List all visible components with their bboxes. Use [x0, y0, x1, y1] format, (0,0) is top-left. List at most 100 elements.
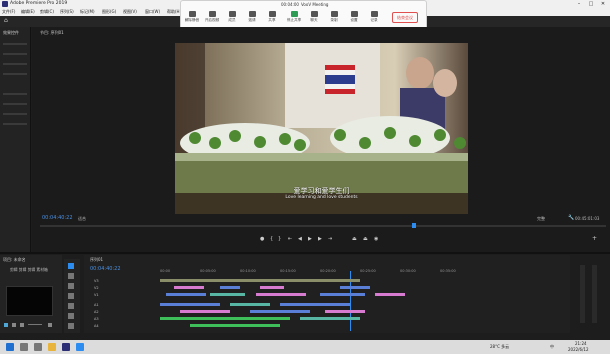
lang-indicator[interactable]: 中 — [550, 344, 554, 350]
timeline-ruler[interactable]: 00:00 00:05:00 00:10:00 00:15:00 00:20:0… — [160, 269, 568, 275]
meeting-app-icon[interactable] — [76, 343, 84, 351]
clip-v1[interactable] — [256, 293, 306, 296]
windows-start-icon[interactable] — [6, 343, 14, 351]
fit-dropdown[interactable]: 适合 — [78, 216, 86, 222]
clip-a3[interactable] — [300, 317, 360, 320]
menu-view[interactable]: 视图(V) — [123, 9, 137, 15]
notes-button[interactable]: 记录 — [365, 11, 383, 23]
wrench-icon[interactable]: 🔧 — [568, 215, 574, 221]
go-to-in-icon[interactable]: ⇤ — [288, 236, 292, 242]
clock-time[interactable]: 21:24 — [575, 341, 587, 346]
share-button[interactable]: 共享 — [263, 11, 281, 23]
search-icon[interactable] — [20, 343, 28, 351]
clip-v2[interactable] — [220, 286, 240, 289]
panel-divider[interactable] — [0, 252, 610, 254]
add-button[interactable]: + — [592, 235, 597, 242]
video-button[interactable]: 开启视频 — [203, 11, 221, 23]
mute-button[interactable]: 解除静音 — [183, 11, 201, 23]
clip-v3-main[interactable] — [160, 279, 360, 282]
settings-button[interactable]: 设置 — [345, 11, 363, 23]
chat-button[interactable]: 聊天 — [305, 11, 323, 23]
clip-a2[interactable] — [325, 310, 365, 313]
weather-text[interactable]: 28°C 多云 — [490, 344, 509, 350]
clip-a1[interactable] — [280, 303, 350, 306]
taskview-icon[interactable] — [34, 343, 42, 351]
home-icon[interactable]: ⌂ — [4, 18, 10, 24]
mark-in-icon[interactable]: { — [270, 236, 273, 242]
marker-icon[interactable]: ● — [260, 236, 264, 242]
hand-tool-icon[interactable] — [68, 323, 74, 329]
track-a3[interactable]: A3 — [94, 317, 99, 321]
extract-icon[interactable]: ⏏ — [363, 236, 368, 242]
timeline-tab[interactable]: 序列01 — [90, 257, 103, 263]
clock-date[interactable]: 2022/6/12 — [568, 347, 589, 352]
stop-share-button[interactable]: 停止共享 — [285, 11, 303, 23]
clip-a2[interactable] — [250, 310, 310, 313]
clip-v1[interactable] — [166, 293, 206, 296]
track-v2[interactable]: V2 — [94, 286, 99, 290]
track-select-icon[interactable] — [68, 273, 74, 279]
clip-a4[interactable] — [190, 324, 280, 327]
premiere-icon[interactable] — [62, 343, 70, 351]
end-meeting-button[interactable]: 结束会议 — [392, 12, 418, 23]
track-v3[interactable]: V3 — [94, 279, 99, 283]
close-button[interactable]: ✕ — [598, 0, 608, 8]
step-forward-icon[interactable]: ▶ — [318, 236, 322, 242]
clip-v2[interactable] — [174, 286, 204, 289]
track-a1[interactable]: A1 — [94, 303, 99, 307]
go-to-out-icon[interactable]: ⇥ — [328, 236, 332, 242]
menu-clip[interactable]: 剪辑(C) — [40, 9, 54, 15]
record-button[interactable]: 录制 — [325, 11, 343, 23]
quality-dropdown[interactable]: 完整 — [537, 216, 545, 222]
menu-marker[interactable]: 标记(M) — [80, 9, 95, 15]
selection-tool-icon[interactable] — [68, 263, 74, 269]
members-button[interactable]: 成员 — [223, 11, 241, 23]
app-icon — [2, 1, 8, 7]
clip-v1[interactable] — [375, 293, 405, 296]
lift-icon[interactable]: ⏏ — [352, 236, 357, 242]
ripple-edit-icon[interactable] — [68, 283, 74, 289]
clip-v1[interactable] — [210, 293, 245, 296]
step-back-icon[interactable]: ◀ — [298, 236, 302, 242]
timeline-timecode[interactable]: 00:04:40:22 — [90, 266, 121, 272]
mark-out-icon[interactable]: } — [278, 236, 281, 242]
menu-window[interactable]: 窗口(W) — [145, 9, 160, 15]
menu-graphics[interactable]: 图形(G) — [102, 9, 116, 15]
program-timecode[interactable]: 00:04:40:22 — [42, 215, 73, 221]
list-view-icon[interactable] — [12, 323, 16, 327]
track-a2[interactable]: A2 — [94, 310, 99, 314]
menu-file[interactable]: 文件(F) — [2, 9, 15, 15]
playhead-scrubber[interactable] — [40, 223, 606, 228]
program-tab[interactable]: 节目: 序列01 — [40, 30, 64, 36]
clip-v2[interactable] — [340, 286, 370, 289]
keyframe-area — [3, 39, 27, 149]
clip-a2[interactable] — [180, 310, 230, 313]
export-frame-icon[interactable]: ◉ — [374, 236, 378, 242]
zoom-slider[interactable] — [28, 324, 42, 325]
icon-view-icon[interactable] — [20, 323, 24, 327]
new-bin-icon[interactable] — [4, 323, 8, 327]
project-thumbnail[interactable] — [6, 286, 53, 316]
clip-a1[interactable] — [160, 303, 220, 306]
track-a4[interactable]: A4 — [94, 324, 99, 328]
maximize-button[interactable]: □ — [586, 0, 596, 8]
slip-tool-icon[interactable] — [68, 303, 74, 309]
clip-v2[interactable] — [260, 286, 284, 289]
delete-icon[interactable] — [48, 323, 52, 327]
playhead-marker[interactable] — [412, 223, 416, 228]
clip-a3[interactable] — [160, 317, 290, 320]
panel-tab[interactable]: 效果控件 — [3, 30, 19, 36]
pen-tool-icon[interactable] — [68, 313, 74, 319]
clip-v1[interactable] — [320, 293, 365, 296]
track-v1[interactable]: V1 — [94, 293, 99, 297]
menu-edit[interactable]: 编辑(E) — [21, 9, 35, 15]
taskbar: 28°C 多云 中 21:24 2022/6/12 — [0, 340, 610, 354]
play-icon[interactable]: ▶ — [308, 236, 312, 242]
invite-button[interactable]: 邀请 — [243, 11, 261, 23]
menu-sequence[interactable]: 序列(S) — [60, 9, 74, 15]
project-tab[interactable]: 项目: 未命名 — [3, 257, 26, 263]
minimize-button[interactable]: – — [574, 0, 584, 8]
clip-a1[interactable] — [230, 303, 270, 306]
razor-tool-icon[interactable] — [68, 293, 74, 299]
explorer-icon[interactable] — [48, 343, 56, 351]
